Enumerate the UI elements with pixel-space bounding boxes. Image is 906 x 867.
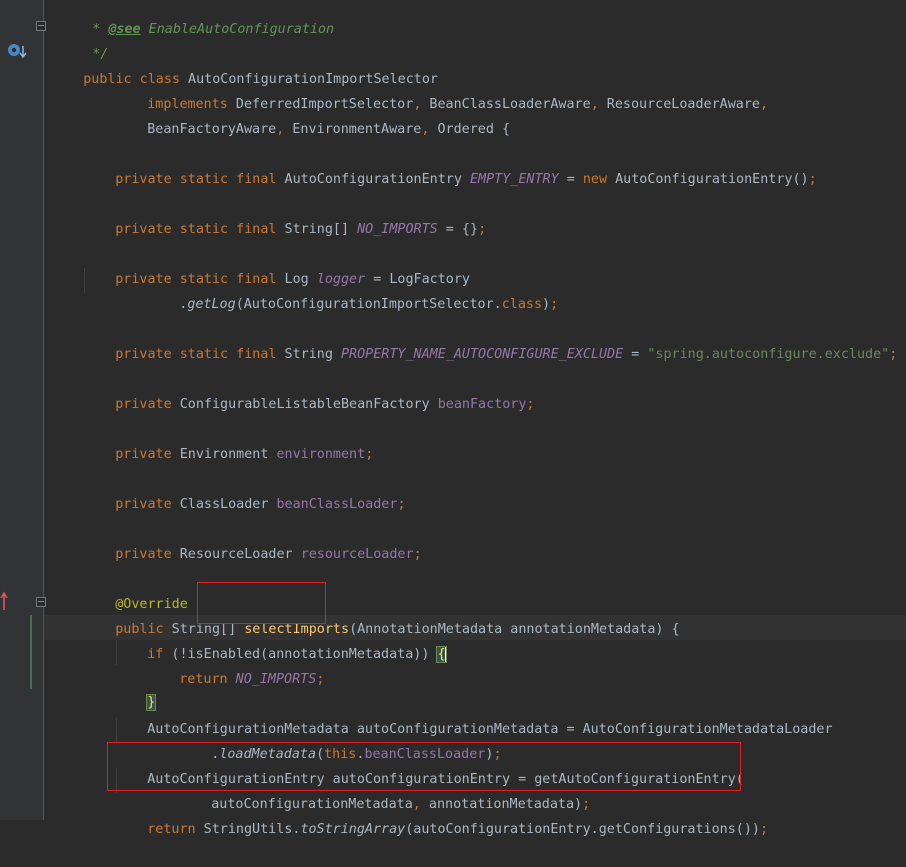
code-line: private static final String[] NO_IMPORTS…	[115, 222, 487, 237]
code-line: * @see EnableAutoConfiguration	[92, 22, 335, 37]
code-line: AutoConfigurationMetadata autoConfigurat…	[147, 722, 833, 737]
code-line: private ClassLoader beanClassLoader;	[115, 497, 406, 512]
code-line: @Override	[115, 597, 188, 612]
code-line: public class AutoConfigurationImportSele…	[83, 72, 438, 87]
code-line: public String[] selectImports(Annotation…	[115, 622, 680, 637]
code-line: }	[115, 665, 157, 711]
code-line: .loadMetadata(this.beanClassLoader);	[211, 747, 502, 762]
code-line: private static final Log logger = LogFac…	[115, 272, 470, 287]
override-marker-icon[interactable]	[0, 590, 10, 612]
implementation-marker-icon[interactable]	[6, 42, 28, 60]
highlight-box-selectImports	[197, 582, 326, 624]
code-line: private static final String PROPERTY_NAM…	[115, 347, 898, 362]
code-line: private Environment environment;	[115, 447, 374, 462]
editor-gutter	[0, 0, 44, 820]
code-line: .getLog(AutoConfigurationImportSelector.…	[179, 297, 559, 312]
vcs-change-marker	[30, 615, 32, 689]
code-line: */	[92, 47, 109, 62]
code-line: private static final AutoConfigurationEn…	[115, 172, 817, 187]
code-line: private ResourceLoader resourceLoader;	[115, 547, 422, 562]
code-line: return StringUtils.toStringArray(autoCon…	[147, 822, 769, 837]
code-line: BeanFactoryAware, EnvironmentAware, Orde…	[147, 122, 511, 137]
code-editor[interactable]: * @see EnableAutoConfiguration */ public…	[44, 0, 906, 837]
code-line: implements DeferredImportSelector, BeanC…	[147, 97, 769, 112]
code-line: return NO_IMPORTS;	[179, 672, 325, 687]
code-line: private ConfigurableListableBeanFactory …	[115, 397, 535, 412]
text-caret	[444, 646, 446, 662]
highlight-box-getAutoConfigurationEntry	[107, 742, 741, 791]
